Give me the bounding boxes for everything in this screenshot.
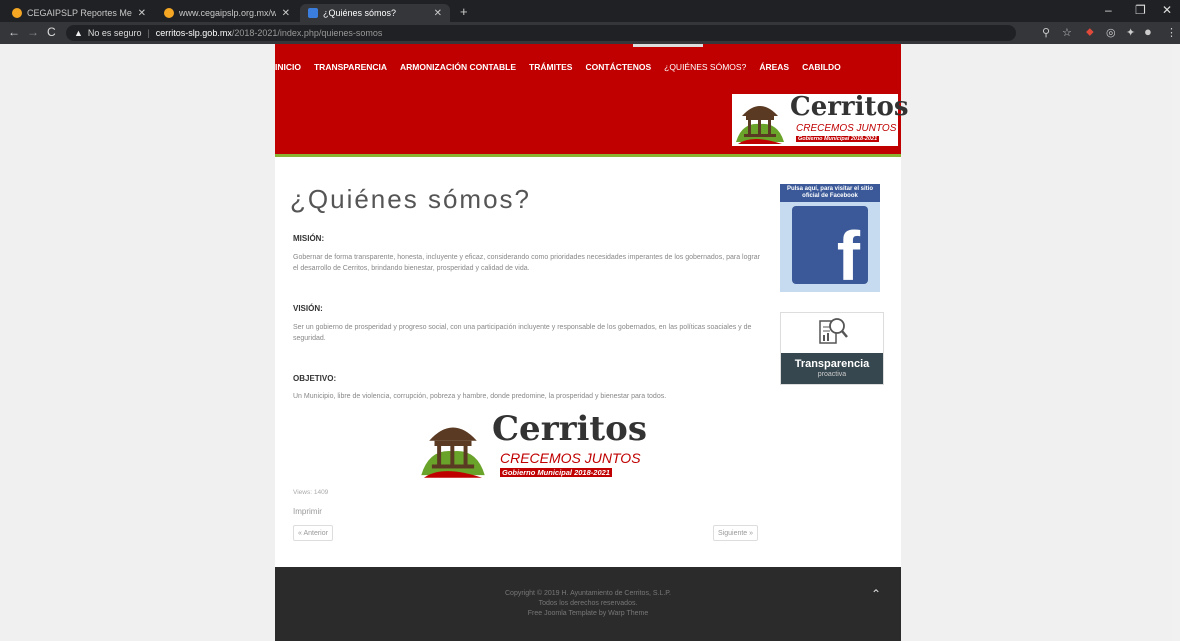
url-path: /2018-2021/index.php/quienes-somos (231, 28, 383, 38)
footer-rights: Todos los derechos reservados. (538, 600, 638, 607)
tab-title: ¿Quiénes sómos? (323, 8, 397, 18)
pdf-extension-icon[interactable]: ⬥ (1086, 26, 1094, 39)
site-header: INICIO TRANSPARENCIA ARMONIZACIÓN CONTAB… (275, 44, 909, 157)
page: INICIO TRANSPARENCIA ARMONIZACIÓN CONTAB… (275, 44, 909, 641)
vision-heading: VISIÓN: (293, 304, 323, 313)
zoom-icon[interactable]: ⚲ (1042, 26, 1050, 39)
page-scrollbar[interactable] (1172, 44, 1180, 641)
star-icon[interactable]: ☆ (1062, 26, 1072, 39)
logo-subline: Gobierno Municipal 2018-2021 (500, 468, 612, 477)
mision-text: Gobernar de forma transparente, honesta,… (293, 254, 760, 272)
logo-tagline: CRECEMOS JUNTOS (500, 450, 641, 466)
close-tab-icon[interactable]: ✕ (434, 8, 442, 19)
minimize-button[interactable]: – (1105, 3, 1112, 17)
transparencia-banner[interactable]: Transparencia proactiva (780, 312, 884, 385)
logo-tagline: CRECEMOS JUNTOS (796, 123, 897, 134)
transparencia-label-bar: Transparencia proactiva (781, 353, 883, 384)
logo-word: Cerritos (790, 92, 909, 122)
back-icon[interactable]: ← (8, 25, 20, 39)
footer-copyright: Copyright © 2019 H. Ayuntamiento de Cerr… (505, 590, 671, 597)
mision-heading: MISIÓN: (293, 234, 325, 243)
nav-item-armonizacion[interactable]: ARMONIZACIÓN CONTABLE (400, 62, 516, 72)
puzzle-icon[interactable]: ✦ (1126, 26, 1135, 39)
security-label: No es seguro (87, 28, 142, 38)
print-link[interactable]: Imprimir (293, 507, 322, 516)
site-footer: Copyright © 2019 H. Ayuntamiento de Cerr… (275, 567, 901, 641)
kiosk-logo-icon (736, 106, 784, 144)
page-title: ¿Quiénes sómos? (290, 184, 531, 214)
close-tab-icon[interactable]: ✕ (282, 8, 290, 19)
tab-title: CEGAIPSLP Reportes Mensuales (27, 8, 132, 18)
close-tab-icon[interactable]: ✕ (138, 8, 146, 19)
close-window-button[interactable]: ✕ (1162, 3, 1172, 17)
nav-item-tramites[interactable]: TRÁMITES (529, 62, 572, 72)
extension-icon[interactable]: ◎ (1106, 26, 1116, 39)
logo-subline: Gobierno Municipal 2018-2021 (796, 136, 880, 142)
facebook-banner[interactable]: Pulsa aquí, para visitar el sitio oficia… (780, 184, 880, 292)
document-search-icon (816, 315, 848, 351)
browser-toolbar: ← → C ▲ No es seguro | cerritos-slp.gob.… (0, 22, 1180, 44)
transparencia-subtitle: proactiva (817, 371, 847, 378)
browser-tab-bar: CEGAIPSLP Reportes Mensuales ✕ www.cegai… (0, 0, 1180, 22)
objetivo-heading: OBJETIVO: (293, 374, 337, 383)
views-count: Views: 1409 (293, 489, 329, 496)
favicon-icon (164, 8, 174, 18)
menu-icon[interactable]: ⋮ (1166, 26, 1177, 39)
objetivo-text: Un Municipio, libre de violencia, corrup… (293, 393, 667, 400)
facebook-banner-text: Pulsa aquí, para visitar el sitio oficia… (780, 184, 880, 202)
footer-template-credit[interactable]: Free Joomla Template by Warp Theme (275, 609, 901, 619)
vision-text: Ser un gobierno de prosperidad y progres… (293, 324, 752, 342)
new-tab-button[interactable]: + (460, 4, 468, 19)
browser-tab[interactable]: CEGAIPSLP Reportes Mensuales ✕ (4, 4, 154, 22)
favicon-icon (12, 8, 22, 18)
nav-item-quienes-somos[interactable]: ¿QUIÉNES SÓMOS? (664, 62, 746, 72)
header-logo[interactable]: Cerritos CRECEMOS JUNTOS Gobierno Munici… (732, 92, 909, 146)
tab-title: www.cegaipslp.org.mx/webcega... (179, 8, 276, 18)
browser-tab-active[interactable]: ¿Quiénes sómos? ✕ (300, 4, 450, 22)
kiosk-logo-icon (421, 427, 485, 478)
maximize-button[interactable]: ❐ (1135, 3, 1146, 17)
back-to-top-icon[interactable]: ⌃ (871, 587, 881, 601)
logo-word: Cerritos (492, 409, 647, 449)
favicon-icon (308, 8, 318, 18)
forward-icon[interactable]: → (27, 25, 39, 39)
transparencia-title: Transparencia (794, 358, 870, 370)
warning-icon: ▲ (74, 28, 83, 38)
divider: | (147, 28, 150, 38)
content-logo: Cerritos CRECEMOS JUNTOS Gobierno Munici… (416, 409, 647, 481)
nav-active-indicator (633, 44, 703, 47)
nav-item-transparencia[interactable]: TRANSPARENCIA (314, 62, 387, 72)
url-host: cerritos-slp.gob.mx (155, 28, 232, 38)
profile-icon[interactable]: ● (1144, 24, 1152, 39)
next-button[interactable]: Siguiente » (713, 525, 759, 541)
browser-tab[interactable]: www.cegaipslp.org.mx/webcega... ✕ (156, 4, 298, 22)
nav-item-contactenos[interactable]: CONTÁCTENOS (585, 62, 651, 72)
reload-icon[interactable]: C (47, 25, 56, 39)
address-bar[interactable]: ▲ No es seguro | cerritos-slp.gob.mx /20… (66, 25, 1016, 41)
nav-item-inicio[interactable]: INICIO (275, 62, 301, 72)
main-nav: INICIO TRANSPARENCIA ARMONIZACIÓN CONTAB… (275, 62, 854, 72)
nav-item-cabildo[interactable]: CABILDO (802, 62, 841, 72)
nav-item-areas[interactable]: ÁREAS (759, 62, 789, 72)
prev-button[interactable]: « Anterior (293, 525, 333, 541)
facebook-icon: f (792, 206, 868, 284)
